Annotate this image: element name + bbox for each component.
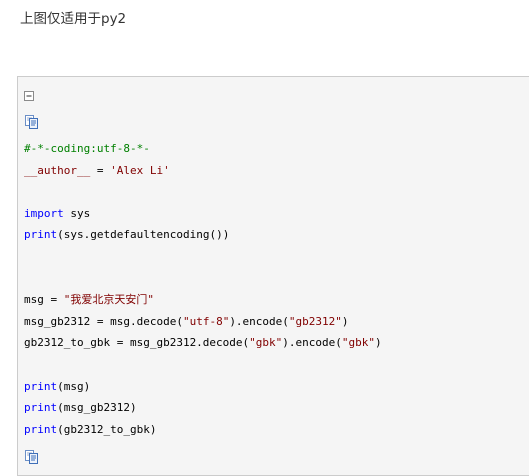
code-token: = [90,163,111,177]
code-token: gb2312_to_gbk = msg_gb2312.decode( [24,336,250,350]
code-token: ) [375,336,382,350]
code-line: msg = "我爱北京天安门" [24,289,382,311]
code-token: import [24,206,64,220]
code-line: msg_gb2312 = msg.decode("utf-8").encode(… [24,311,382,333]
caption-text: 上图仅适用于py2 [20,11,127,27]
code-line: import sys [24,203,382,225]
code-token: msg = [24,293,64,307]
copy-code-icon[interactable] [25,114,39,129]
code-token: print [24,422,58,436]
code-token: print [24,401,58,415]
code-token: "gb2312" [288,314,342,328]
code-line: print(msg_gb2312) [24,397,382,419]
code-token: ).encode( [282,336,342,350]
code-token: print [24,228,58,242]
code-token: (sys.getdefaultencoding()) [57,228,230,242]
code-token: (msg) [57,379,91,393]
code-token: "utf-8" [182,314,230,328]
code-token: sys [63,206,91,220]
code-line: print(gb2312_to_gbk) [24,419,382,441]
code-token: ).encode( [229,314,289,328]
code-token: (msg_gb2312) [57,401,137,415]
code-token: __author__ [24,163,91,177]
code-line: print(msg) [24,376,382,398]
code-token: (gb2312_to_gbk) [57,422,157,436]
code-token: 'Alex Li' [110,163,170,177]
code-token: "gbk" [341,336,376,350]
code-content: #-*-coding:utf-8-*- __author__ = 'Alex Li… [24,138,382,440]
collapse-minus-icon[interactable] [24,87,38,101]
code-block: #-*-coding:utf-8-*- __author__ = 'Alex Li… [17,76,529,476]
code-line: __author__ = 'Alex Li' [24,160,382,182]
code-line: #-*-coding:utf-8-*- [24,138,382,160]
code-token: #-*-coding:utf-8-*- [24,142,150,155]
code-line: gb2312_to_gbk = msg_gb2312.decode("gbk")… [24,332,382,354]
copy-code-icon[interactable] [25,449,39,464]
code-token: "我爱北京天安门" [63,293,154,307]
code-token: msg_gb2312 = msg.decode( [24,314,183,328]
code-token: ) [341,314,349,328]
code-token: print [24,379,58,393]
code-token: "gbk" [249,336,283,350]
code-line: print(sys.getdefaultencoding()) [24,224,382,246]
